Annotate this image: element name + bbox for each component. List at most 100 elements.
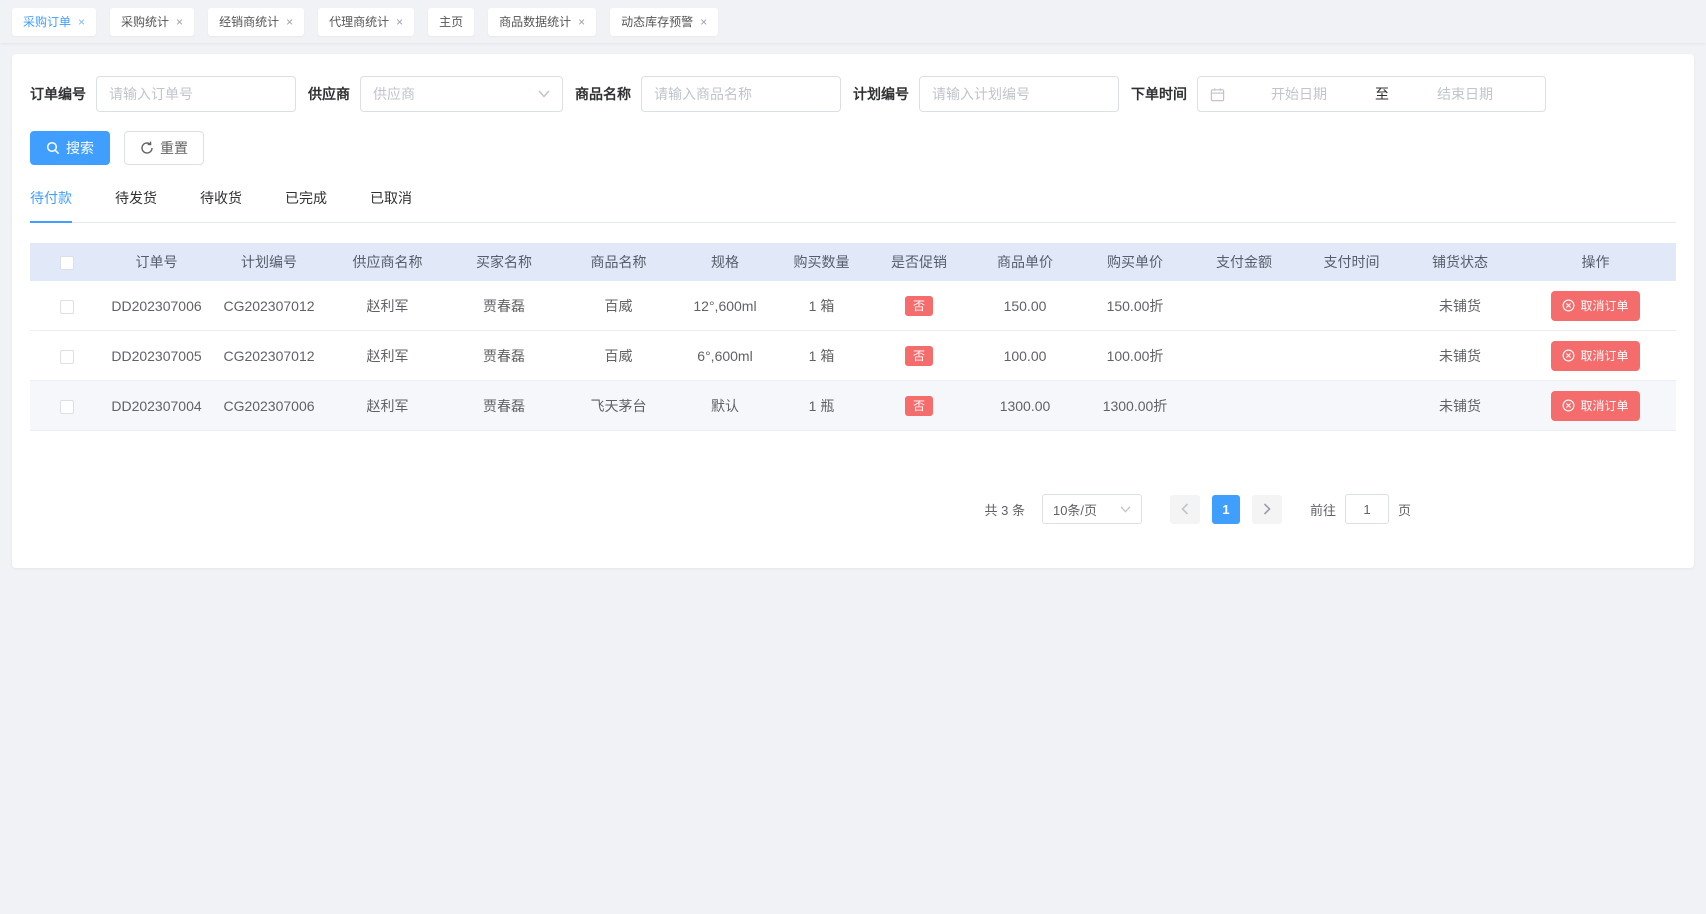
order-no-label: 订单编号 xyxy=(30,84,86,104)
plan-no-input-wrap xyxy=(919,76,1119,112)
buyer-name: 贾春磊 xyxy=(446,346,562,366)
close-icon[interactable]: × xyxy=(578,16,585,28)
tab-product-data-stats[interactable]: 商品数据统计 × xyxy=(488,8,596,36)
supplier-name: 赵利军 xyxy=(329,346,446,366)
column-header-supplier: 供应商名称 xyxy=(329,252,446,272)
tab-label: 经销商统计 xyxy=(219,13,279,30)
promo-badge: 否 xyxy=(905,396,933,416)
tab-label: 商品数据统计 xyxy=(499,13,571,30)
buyer-name: 贾春磊 xyxy=(446,296,562,316)
tab-label: 主页 xyxy=(439,13,463,30)
page-number-1[interactable]: 1 xyxy=(1212,495,1240,524)
column-header-pay-amount: 支付金额 xyxy=(1190,252,1298,272)
jumper-prefix: 前往 xyxy=(1310,500,1336,519)
tab-pending-payment[interactable]: 待付款 xyxy=(30,188,72,223)
refresh-icon xyxy=(140,141,154,155)
unit-price: 1300.00 xyxy=(970,398,1080,414)
close-icon[interactable]: × xyxy=(176,16,183,28)
search-button[interactable]: 搜索 xyxy=(30,131,110,165)
search-button-label: 搜索 xyxy=(66,138,94,158)
tab-label: 代理商统计 xyxy=(329,13,389,30)
quantity: 1 箱 xyxy=(775,346,868,366)
order-time-field-group: 下单时间 开始日期 至 结束日期 xyxy=(1131,76,1546,112)
chevron-down-icon xyxy=(1120,506,1131,513)
cancel-order-label: 取消订单 xyxy=(1580,297,1628,314)
next-page-button[interactable] xyxy=(1252,495,1282,524)
page-jumper: 前往 页 xyxy=(1310,494,1411,524)
chevron-down-icon xyxy=(538,90,550,98)
tab-label: 采购订单 xyxy=(23,13,71,30)
order-time-label: 下单时间 xyxy=(1131,84,1187,104)
tab-home[interactable]: 主页 xyxy=(428,8,474,36)
column-header-pay-time: 支付时间 xyxy=(1298,252,1405,272)
reset-button[interactable]: 重置 xyxy=(124,131,204,165)
tag-view-bar: 采购订单 × 采购统计 × 经销商统计 × 代理商统计 × 主页 商品数据统计 … xyxy=(0,0,1706,43)
column-header-spec: 规格 xyxy=(675,252,775,272)
cancel-order-button[interactable]: 取消订单 xyxy=(1551,291,1639,321)
supplier-select-value: 供应商 xyxy=(373,84,415,104)
search-icon xyxy=(46,141,60,155)
close-icon[interactable]: × xyxy=(286,16,293,28)
tab-completed[interactable]: 已完成 xyxy=(285,188,327,223)
tab-dynamic-stock-alert[interactable]: 动态库存预警 × xyxy=(610,8,718,36)
cancel-order-label: 取消订单 xyxy=(1580,347,1628,364)
table-row: DD202307006 CG202307012 赵利军 贾春磊 百威 12°,6… xyxy=(30,281,1676,331)
jumper-input[interactable] xyxy=(1345,494,1389,524)
plan-no: CG202307012 xyxy=(209,298,329,314)
tab-purchase-stats[interactable]: 采购统计 × xyxy=(110,8,194,36)
promo-badge: 否 xyxy=(905,296,933,316)
cancel-order-button[interactable]: 取消订单 xyxy=(1551,391,1639,421)
start-date-placeholder[interactable]: 开始日期 xyxy=(1231,84,1367,104)
stock-status: 未铺货 xyxy=(1405,396,1515,416)
column-header-unit-price: 商品单价 xyxy=(970,252,1080,272)
order-no: DD202307006 xyxy=(104,298,209,314)
row-checkbox[interactable] xyxy=(60,300,74,314)
plan-no-label: 计划编号 xyxy=(853,84,909,104)
column-header-order-no: 订单号 xyxy=(104,252,209,272)
cancel-order-button[interactable]: 取消订单 xyxy=(1551,341,1639,371)
product-name-input[interactable] xyxy=(654,77,828,111)
select-all-cell xyxy=(30,254,104,270)
buy-price: 1300.00折 xyxy=(1080,396,1190,416)
order-no-input[interactable] xyxy=(109,77,283,111)
tab-pending-receipt[interactable]: 待收货 xyxy=(200,188,242,223)
select-all-checkbox[interactable] xyxy=(60,256,74,270)
close-icon[interactable]: × xyxy=(396,16,403,28)
order-no-input-wrap xyxy=(96,76,296,112)
close-icon[interactable]: × xyxy=(78,16,85,28)
buy-price: 150.00折 xyxy=(1080,296,1190,316)
product-name-field-group: 商品名称 xyxy=(575,76,841,112)
column-header-actions: 操作 xyxy=(1515,252,1676,272)
close-icon[interactable]: × xyxy=(700,16,707,28)
page-size-select[interactable]: 10条/页 xyxy=(1042,494,1142,524)
plan-no-field-group: 计划编号 xyxy=(853,76,1119,112)
prev-page-button[interactable] xyxy=(1170,495,1200,524)
column-header-promo: 是否促销 xyxy=(868,252,970,272)
spec: 6°,600ml xyxy=(675,348,775,364)
table-header-row: 订单号 计划编号 供应商名称 买家名称 商品名称 规格 购买数量 是否促销 商品… xyxy=(30,243,1676,281)
supplier-name: 赵利军 xyxy=(329,396,446,416)
tab-dealer-stats[interactable]: 经销商统计 × xyxy=(208,8,304,36)
purchase-order-panel: 订单编号 供应商 供应商 商品名称 计划编号 xyxy=(12,54,1694,568)
stock-status: 未铺货 xyxy=(1405,346,1515,366)
form-actions: 搜索 重置 xyxy=(30,131,1676,165)
row-checkbox[interactable] xyxy=(60,400,74,414)
pagination: 共 3 条 10条/页 1 前往 页 xyxy=(30,494,1676,524)
order-no: DD202307004 xyxy=(104,398,209,414)
tab-cancelled[interactable]: 已取消 xyxy=(370,188,412,223)
order-time-range-picker[interactable]: 开始日期 至 结束日期 xyxy=(1197,76,1546,112)
cancel-order-label: 取消订单 xyxy=(1580,397,1628,414)
product-name-label: 商品名称 xyxy=(575,84,631,104)
tab-agent-stats[interactable]: 代理商统计 × xyxy=(318,8,414,36)
end-date-placeholder[interactable]: 结束日期 xyxy=(1397,84,1533,104)
plan-no: CG202307006 xyxy=(209,398,329,414)
table-row: DD202307004 CG202307006 赵利军 贾春磊 飞天茅台 默认 … xyxy=(30,381,1676,431)
tab-pending-shipment[interactable]: 待发货 xyxy=(115,188,157,223)
supplier-select[interactable]: 供应商 xyxy=(360,76,563,112)
order-status-tabs: 待付款 待发货 待收货 已完成 已取消 xyxy=(30,188,1676,223)
row-checkbox[interactable] xyxy=(60,350,74,364)
tab-purchase-order[interactable]: 采购订单 × xyxy=(12,8,96,36)
plan-no-input[interactable] xyxy=(932,77,1106,111)
order-no: DD202307005 xyxy=(104,348,209,364)
search-form: 订单编号 供应商 供应商 商品名称 计划编号 xyxy=(30,76,1676,112)
